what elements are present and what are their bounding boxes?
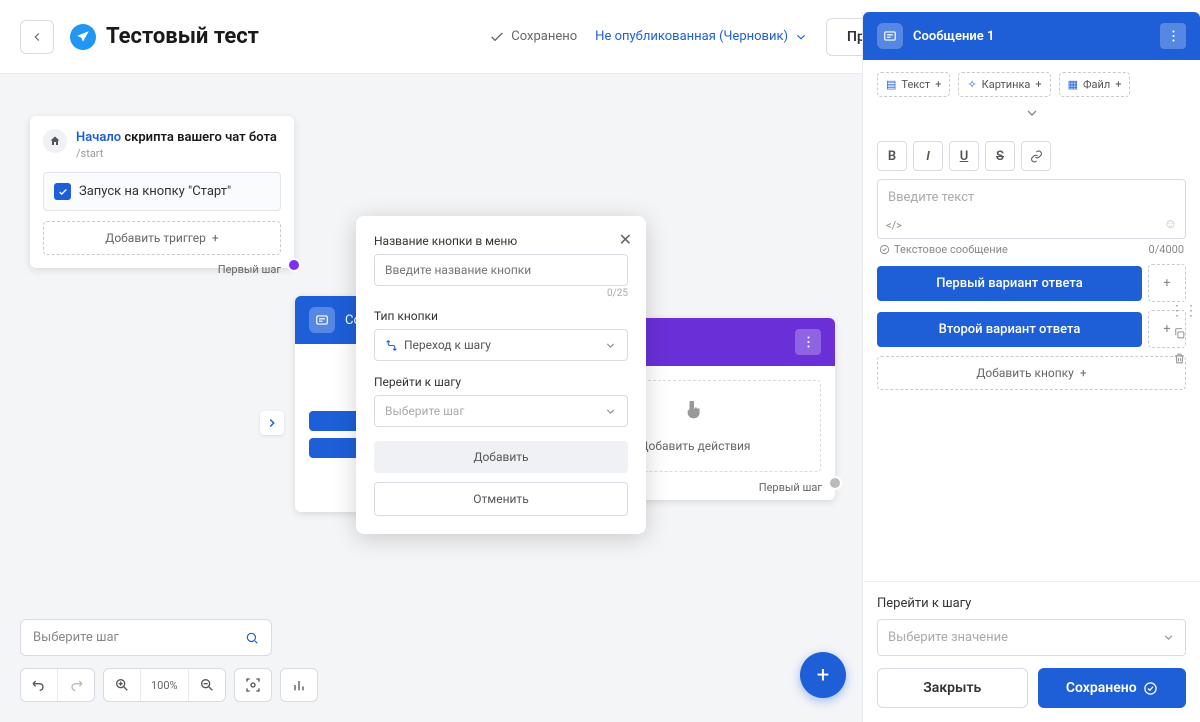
modal-label-name: Название кнопки в меню	[374, 234, 628, 248]
fit-view-button[interactable]	[235, 669, 271, 701]
modal-close-button[interactable]: ✕	[619, 230, 632, 249]
chip-file[interactable]: ▦Файл+	[1059, 72, 1131, 97]
message-icon	[309, 307, 335, 333]
page-title: Тестовый тест	[106, 24, 259, 49]
modal-add-button[interactable]: Добавить	[374, 441, 628, 473]
publish-status-dropdown[interactable]: Не опубликованная (Черновик)	[595, 29, 808, 44]
message-textarea[interactable]: Введите текст </> ☺	[877, 179, 1186, 239]
zoom-out-button[interactable]	[188, 669, 225, 701]
answer-variant-1[interactable]: Первый вариант ответа	[877, 266, 1142, 301]
start-node[interactable]: Начало скрипта вашего чат бота /start За…	[30, 116, 294, 268]
emoji-icon[interactable]: ☺	[1164, 216, 1177, 232]
goto-step-select[interactable]: Выберите шаг	[374, 395, 628, 427]
answer-variant-2[interactable]: Второй вариант ответа	[877, 312, 1142, 347]
underline-button[interactable]: U	[949, 141, 979, 171]
start-node-title: Начало скрипта вашего чат бота	[76, 129, 277, 147]
add-after-answer-1[interactable]: +	[1148, 264, 1186, 302]
zoom-level: 100%	[140, 669, 188, 701]
copy-icon[interactable]	[1170, 327, 1188, 344]
link-button[interactable]	[1021, 141, 1051, 171]
undo-button[interactable]	[21, 669, 57, 701]
goto-label: Перейти к шагу	[877, 596, 1186, 611]
zoom-in-button[interactable]	[104, 669, 140, 701]
sidebar-footer: Перейти к шагу Выберите значение Закрыть…	[863, 581, 1200, 722]
chevron-down-icon	[604, 339, 617, 352]
redo-button[interactable]	[57, 669, 94, 701]
message-icon	[877, 23, 903, 49]
checkbox-checked-icon	[54, 183, 71, 200]
output-port[interactable]	[287, 258, 301, 272]
button-config-modal: ✕ Название кнопки в меню 0/25 Тип кнопки…	[356, 216, 646, 534]
modal-label-goto: Перейти к шагу	[374, 375, 628, 389]
analytics-button[interactable]	[281, 669, 317, 701]
branch-icon	[385, 339, 398, 352]
image-icon: ✧	[967, 78, 976, 91]
text-icon: ▤	[886, 78, 896, 91]
button-name-input[interactable]	[374, 254, 628, 286]
node-more-button[interactable]	[795, 329, 821, 355]
modal-cancel-button[interactable]: Отменить	[374, 482, 628, 516]
properties-sidebar: Сообщение 1 ▤Текст+ ✧Картинка+ ▦Файл+ B …	[862, 12, 1200, 722]
back-button[interactable]	[20, 20, 54, 54]
char-count: 0/4000	[1149, 243, 1184, 256]
plus-icon: +	[212, 231, 219, 245]
modal-label-type: Тип кнопки	[374, 309, 628, 323]
home-icon	[43, 129, 67, 153]
collapse-chevron-icon[interactable]	[260, 411, 284, 435]
content-type-chips: ▤Текст+ ✧Картинка+ ▦Файл+	[863, 60, 1200, 97]
output-label: Первый шаг	[218, 263, 281, 276]
char-count: 0/25	[374, 288, 628, 299]
drag-handle-icon[interactable]: ⋮⋮	[1170, 303, 1188, 319]
sidebar-header: Сообщение 1	[863, 12, 1200, 60]
italic-button[interactable]: I	[913, 141, 943, 171]
message-type-label: Текстовое сообщение	[879, 243, 1008, 256]
step-search-input[interactable]: Выберите шаг	[20, 619, 272, 656]
expand-down-button[interactable]	[863, 97, 1200, 133]
trigger-item[interactable]: Запуск на кнопку "Старт"	[43, 172, 281, 211]
sidebar-more-button[interactable]	[1160, 23, 1186, 49]
chevron-down-icon	[604, 405, 617, 418]
bold-button[interactable]: B	[877, 141, 907, 171]
goto-step-select[interactable]: Выберите значение	[877, 619, 1186, 656]
sidebar-save-button[interactable]: Сохранено	[1038, 668, 1187, 708]
text-editor: B I U S Введите текст </> ☺ Текстовое со…	[877, 141, 1186, 390]
chip-image[interactable]: ✧Картинка+	[958, 72, 1050, 97]
add-node-fab[interactable]: +	[800, 652, 846, 698]
sidebar-close-button[interactable]: Закрыть	[877, 668, 1028, 708]
file-icon: ▦	[1068, 78, 1078, 91]
search-icon	[245, 631, 259, 645]
save-status: Сохранено	[489, 29, 577, 45]
strike-button[interactable]: S	[985, 141, 1015, 171]
add-button-button[interactable]: Добавить кнопку+	[877, 356, 1186, 390]
delete-icon[interactable]	[1170, 352, 1188, 369]
output-label: Первый шаг	[759, 481, 822, 494]
chip-text[interactable]: ▤Текст+	[877, 72, 950, 97]
telegram-icon	[70, 24, 96, 50]
add-trigger-button[interactable]: Добавить триггер +	[43, 221, 281, 255]
output-port[interactable]	[828, 476, 842, 490]
code-icon[interactable]: </>	[886, 219, 902, 232]
hand-pointer-icon	[684, 399, 706, 427]
start-node-subtitle: /start	[76, 147, 277, 160]
canvas-toolbar: Выберите шаг 100%	[20, 619, 318, 702]
button-type-select[interactable]: Переход к шагу	[374, 329, 628, 361]
